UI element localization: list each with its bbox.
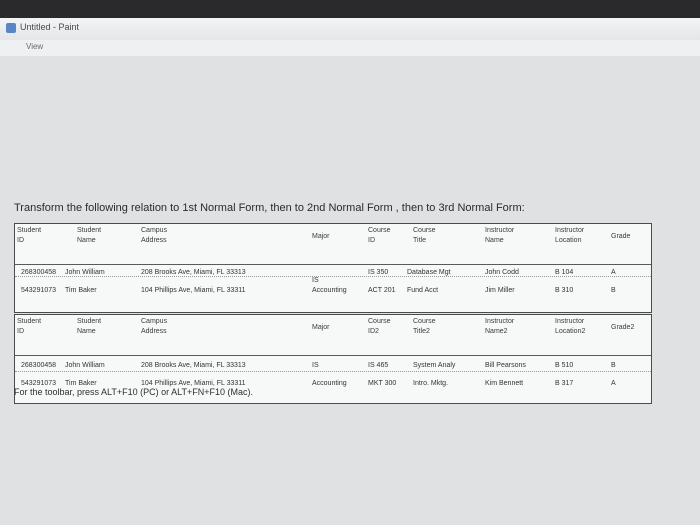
header-campus-address-2: Address (141, 237, 167, 244)
header-course-title-1: Course (413, 318, 436, 325)
header-campus-address-1: Campus (141, 227, 168, 234)
t1-r2-course-title: Fund Acct (407, 287, 439, 294)
t2-r1-student-id: 268300458 (21, 362, 57, 369)
t2-r1-instructor-location: B 510 (555, 362, 574, 369)
header-instructor-name-1: Instructor (485, 318, 515, 325)
header-instructor-name-1: Instructor (485, 227, 515, 234)
header-campus-address-1: Campus (141, 318, 168, 325)
toolbar-hint: For the toolbar, press ALT+F10 (PC) or A… (14, 387, 254, 397)
header-course-id-2: ID2 (368, 328, 379, 335)
t1-r1-instructor-location: B 104 (555, 269, 574, 276)
t1-r1-campus-address: 208 Brooks Ave, Miami, FL 33313 (141, 269, 246, 276)
header-instructor-location-1: Instructor (555, 227, 585, 234)
header-student-id-2: ID (17, 237, 24, 244)
window-title: Untitled - Paint (20, 22, 80, 32)
header-grade: Grade (611, 233, 631, 240)
t1-r2-course-id: ACT 201 (368, 287, 396, 294)
table-header-row: Student ID Student Name Campus Address M… (15, 315, 651, 356)
header-instructor-location-2: Location2 (555, 328, 586, 335)
tab-view[interactable]: View (26, 42, 43, 51)
header-course-title-2: Title (413, 237, 426, 244)
header-student-name-2: Name (77, 328, 96, 335)
t2-r1-course-id: IS 465 (368, 362, 389, 369)
t2-r2-instructor-location: B 317 (555, 380, 574, 387)
t1-r1-course-id: IS 350 (368, 269, 389, 276)
header-instructor-name-2: Name (485, 237, 504, 244)
t2-r2-grade: A (611, 380, 616, 387)
instruction-heading: Transform the following relation to 1st … (14, 202, 525, 214)
t1-r1-instructor-name: John Codd (485, 269, 519, 276)
t1-r2-student-id: 543291073 (21, 287, 57, 294)
t1-r2-student-name: Tim Baker (65, 287, 97, 294)
header-instructor-location-1: Instructor (555, 318, 585, 325)
header-instructor-name-2: Name2 (485, 328, 508, 335)
header-course-title-2: Title2 (413, 328, 430, 335)
header-major: Major (312, 233, 330, 240)
window-titlebar: Untitled - Paint (0, 18, 700, 41)
t2-r1-course-title: System Analy (413, 362, 456, 369)
t2-r1-major: IS (312, 362, 319, 369)
header-grade: Grade2 (611, 324, 635, 331)
t1-r1-student-name: John William (65, 269, 105, 276)
table-header-row: Student ID Student Name Campus Address M… (15, 224, 651, 265)
header-student-id-2: ID (17, 328, 24, 335)
t2-r1-campus-address: 208 Brooks Ave, Miami, FL 33313 (141, 362, 246, 369)
header-course-title-1: Course (413, 227, 436, 234)
header-student-name-1: Student (77, 318, 102, 325)
header-major: Major (312, 324, 330, 331)
header-campus-address-2: Address (141, 328, 167, 335)
t2-r2-major: Accounting (312, 380, 347, 387)
monitor-bezel (0, 0, 700, 18)
row-divider (15, 371, 651, 372)
t2-r1-instructor-name: Bill Pearsons (485, 362, 526, 369)
t2-r2-course-title: Intro. Mktg. (413, 380, 449, 387)
header-student-id-1: Student (17, 227, 42, 234)
t1-r2-instructor-name: Jim Miller (485, 287, 515, 294)
t2-r2-course-id: MKT 300 (368, 380, 397, 387)
t1-r1-course-title: Database Mgt (407, 269, 451, 276)
header-instructor-location-2: Location (555, 237, 582, 244)
paint-app-icon (6, 23, 16, 33)
t2-r2-instructor-name: Kim Bennett (485, 380, 524, 387)
header-student-name-1: Student (77, 227, 102, 234)
header-student-name-2: Name (77, 237, 96, 244)
header-course-id-1: Course (368, 318, 391, 325)
t1-r2-instructor-location: B 310 (555, 287, 574, 294)
ribbon-menubar: View (0, 40, 700, 57)
t1-r1-student-id: 268300458 (21, 269, 57, 276)
t2-r1-grade: B (611, 362, 616, 369)
header-student-id-1: Student (17, 318, 42, 325)
t1-r1-grade: A (611, 269, 616, 276)
t1-r1-major: IS (312, 277, 319, 284)
t1-r2-campus-address: 104 Phillips Ave, Miami, FL 33311 (141, 287, 246, 294)
t1-r2-major: Accounting (312, 287, 347, 294)
relation-table-1: Student ID Student Name Campus Address M… (14, 223, 652, 313)
t2-r1-student-name: John William (65, 362, 105, 369)
header-course-id-1: Course (368, 227, 391, 234)
t1-r2-grade: B (611, 287, 616, 294)
screen: Untitled - Paint View Transform the foll… (0, 18, 700, 525)
header-course-id-2: ID (368, 237, 375, 244)
